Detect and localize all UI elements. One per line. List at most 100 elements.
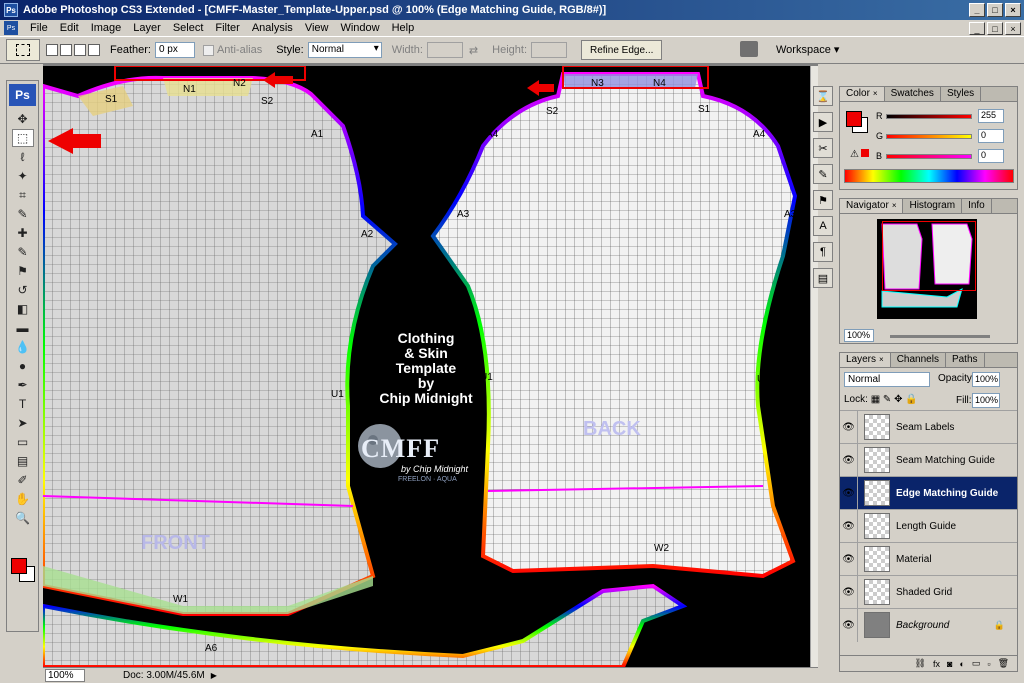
history-brush-icon[interactable]: ↺	[12, 281, 34, 299]
new-selection-icon[interactable]	[46, 44, 58, 56]
actions-panel-icon[interactable]: ▶	[813, 112, 833, 132]
hand-icon[interactable]: ✋	[12, 490, 34, 508]
layer-style-icon[interactable]: fx	[933, 659, 940, 669]
tab-swatches[interactable]: Swatches	[885, 87, 941, 101]
link-layers-icon[interactable]: ⛓	[915, 658, 926, 669]
tab-paths[interactable]: Paths	[946, 353, 985, 367]
green-value-input[interactable]: 0	[978, 129, 1004, 143]
magic-wand-icon[interactable]: ✦	[12, 167, 34, 185]
layer-row[interactable]: 👁 Seam Matching Guide	[840, 443, 1017, 477]
menu-window[interactable]: Window	[334, 22, 385, 34]
layer-row[interactable]: 👁 Shaded Grid	[840, 575, 1017, 609]
green-slider[interactable]	[886, 133, 972, 139]
layer-mask-icon[interactable]: ◙	[947, 659, 952, 669]
red-slider[interactable]	[886, 113, 972, 119]
gradient-icon[interactable]: ▬	[12, 319, 34, 337]
visibility-eye-icon[interactable]: 👁	[840, 410, 858, 444]
notes-icon[interactable]: ▤	[12, 452, 34, 470]
layer-comps-icon[interactable]: ▤	[813, 268, 833, 288]
tab-channels[interactable]: Channels	[891, 353, 946, 367]
type-icon[interactable]: T	[12, 395, 34, 413]
menu-edit[interactable]: Edit	[54, 22, 85, 34]
maximize-button[interactable]: □	[987, 3, 1003, 17]
ps-logo[interactable]: Ps	[9, 84, 36, 106]
intersect-selection-icon[interactable]	[88, 44, 100, 56]
delete-layer-icon[interactable]: 🗑	[998, 658, 1009, 669]
minimize-button[interactable]: _	[969, 3, 985, 17]
fill-input[interactable]: 100%	[972, 393, 1000, 408]
document-canvas[interactable]: Clothing & Skin Template by Chip Midnigh…	[43, 66, 810, 667]
close-icon[interactable]: ×	[892, 201, 897, 210]
navigator-zoom-input[interactable]: 100%	[844, 329, 874, 342]
zoom-level-input[interactable]: 100%	[45, 669, 85, 682]
opacity-input[interactable]: 100%	[972, 372, 1000, 387]
layer-row[interactable]: 👁 Edge Matching Guide	[840, 476, 1017, 510]
navigator-view-box[interactable]	[882, 221, 976, 291]
blue-slider[interactable]	[886, 153, 972, 159]
zoom-icon[interactable]: 🔍	[12, 509, 34, 527]
tab-color[interactable]: Color ×	[840, 87, 885, 101]
adjustment-layer-icon[interactable]: ◐	[959, 659, 964, 669]
visibility-eye-icon[interactable]: 👁	[840, 509, 858, 543]
layer-row[interactable]: 👁 Length Guide	[840, 509, 1017, 543]
layer-row[interactable]: 👁 Seam Labels	[840, 410, 1017, 444]
width-input[interactable]	[426, 42, 463, 58]
subtract-selection-icon[interactable]	[74, 44, 86, 56]
layer-row[interactable]: 👁 Background 🔒	[840, 608, 1017, 642]
foreground-color-swatch[interactable]	[11, 558, 27, 574]
workspace-menu[interactable]: Workspace ▾	[776, 43, 839, 56]
clone-stamp-icon[interactable]: ⚑	[12, 262, 34, 280]
feather-input[interactable]: 0 px	[154, 42, 195, 58]
doc-minimize-button[interactable]: _	[969, 22, 985, 35]
tab-layers[interactable]: Layers ×	[840, 353, 891, 367]
add-selection-icon[interactable]	[60, 44, 72, 56]
blur-icon[interactable]: 💧	[12, 338, 34, 356]
visibility-eye-icon[interactable]: 👁	[840, 608, 858, 642]
style-select[interactable]: Normal	[307, 42, 382, 58]
healing-icon[interactable]: ✚	[12, 224, 34, 242]
gamut-warning-icon[interactable]: ⚠	[850, 149, 869, 160]
lock-icons[interactable]: ▦ ✎ ✥ 🔒	[871, 394, 918, 405]
menu-view[interactable]: View	[299, 22, 335, 34]
tool-presets-icon[interactable]: ✂	[813, 138, 833, 158]
swap-icon[interactable]: ⇄	[469, 44, 478, 57]
menu-help[interactable]: Help	[386, 22, 421, 34]
close-icon[interactable]: ×	[879, 355, 884, 364]
shape-icon[interactable]: ▭	[12, 433, 34, 451]
eraser-icon[interactable]: ◧	[12, 300, 34, 318]
brush-icon[interactable]: ✎	[12, 243, 34, 261]
close-button[interactable]: ×	[1005, 3, 1021, 17]
color-spectrum-ramp[interactable]	[844, 169, 1014, 183]
doc-restore-button[interactable]: □	[987, 22, 1003, 35]
path-selection-icon[interactable]: ➤	[12, 414, 34, 432]
tab-info[interactable]: Info	[962, 199, 992, 213]
dodge-icon[interactable]: ●	[12, 357, 34, 375]
pen-icon[interactable]: ✒	[12, 376, 34, 394]
menu-image[interactable]: Image	[85, 22, 128, 34]
visibility-eye-icon[interactable]: 👁	[840, 476, 858, 510]
height-input[interactable]	[531, 42, 567, 58]
move-icon[interactable]: ✥	[12, 110, 34, 128]
paragraph-panel-icon[interactable]: ¶	[813, 242, 833, 262]
brushes-panel-icon[interactable]: ✎	[813, 164, 833, 184]
lasso-icon[interactable]: ℓ	[12, 148, 34, 166]
tab-navigator[interactable]: Navigator ×	[840, 199, 904, 213]
new-group-icon[interactable]: ▭	[972, 658, 981, 669]
menu-file[interactable]: File	[24, 22, 54, 34]
workspace-icon[interactable]	[740, 41, 758, 57]
status-menu-arrow-icon[interactable]: ▶	[211, 671, 217, 680]
tool-preset-picker[interactable]	[6, 39, 40, 61]
tab-styles[interactable]: Styles	[941, 87, 982, 101]
clone-source-icon[interactable]: ⚑	[813, 190, 833, 210]
visibility-eye-icon[interactable]: 👁	[840, 542, 858, 576]
history-panel-icon[interactable]: ⌛	[813, 86, 833, 106]
marquee-icon[interactable]: ⬚	[11, 129, 34, 147]
menu-layer[interactable]: Layer	[127, 22, 167, 34]
visibility-eye-icon[interactable]: 👁	[840, 443, 858, 477]
menu-filter[interactable]: Filter	[209, 22, 245, 34]
navigator-zoom-slider[interactable]	[890, 335, 990, 338]
eyedropper-icon[interactable]: ✐	[12, 471, 34, 489]
visibility-eye-icon[interactable]: 👁	[840, 575, 858, 609]
foreground-color-swatch[interactable]	[846, 111, 862, 127]
red-value-input[interactable]: 255	[978, 109, 1004, 123]
